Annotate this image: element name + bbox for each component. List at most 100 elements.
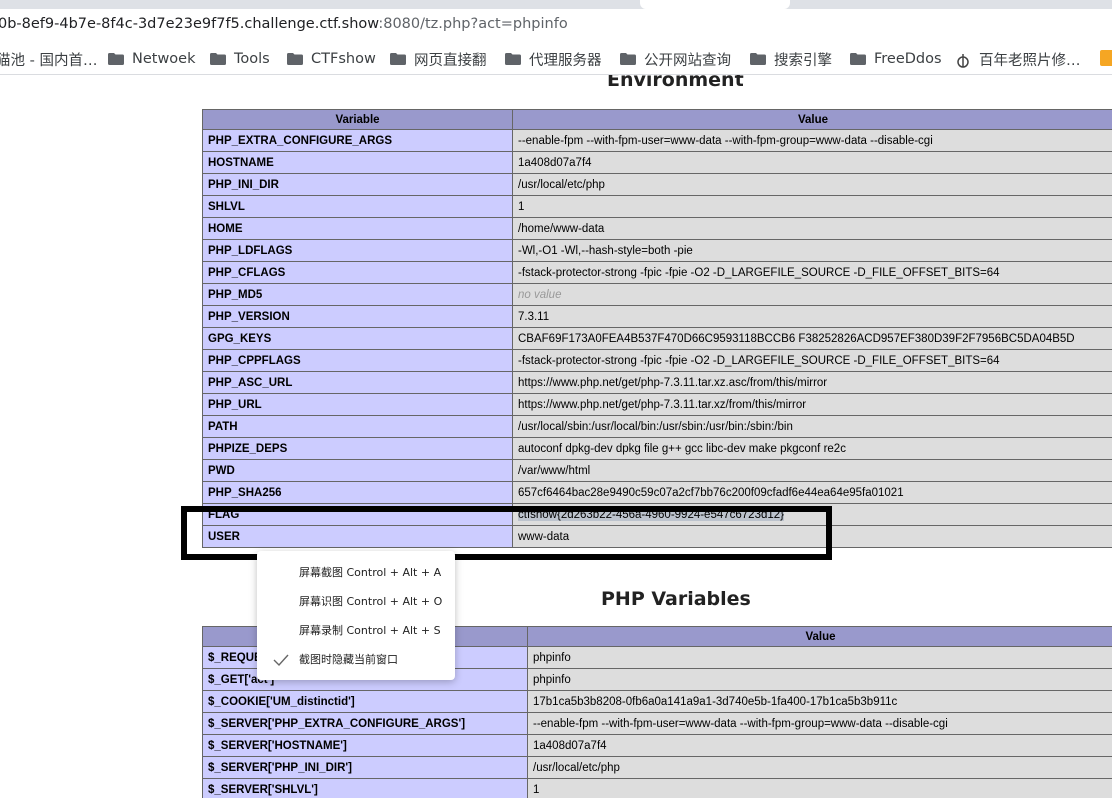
table-row: PATH/usr/local/sbin:/usr/local/bin:/usr/… — [202, 416, 1112, 438]
folder-icon — [620, 53, 636, 65]
table-row: PHP_INI_DIR/usr/local/etc/php — [202, 174, 1112, 196]
bookmark-item[interactable]: CTFshow — [287, 49, 376, 69]
variable-name-cell: PATH — [202, 416, 513, 438]
environment-table: Variable Value PHP_EXTRA_CONFIGURE_ARGS -… — [202, 109, 1112, 548]
variable-name-cell: PHP_URL — [202, 394, 513, 416]
table-row: $_SERVER['PHP_EXTRA_CONFIGURE_ARGS'] --en… — [202, 713, 1112, 735]
bookmark-label: CTFshow — [311, 51, 376, 67]
address-bar[interactable]: 0b-8ef9-4b7e-8f4c-3d7e23e9f7f5.challenge… — [0, 9, 1112, 41]
variable-name-cell: PWD — [202, 460, 513, 482]
table-row: PHPIZE_DEPS autoconf dpkg-dev dpkg file g… — [202, 438, 1112, 460]
variable-value-cell: 1 — [528, 779, 1112, 798]
url-text[interactable]: 0b-8ef9-4b7e-8f4c-3d7e23e9f7f5.challenge… — [0, 16, 568, 32]
variable-value-cell: /home/www-data — [513, 218, 1112, 240]
variable-name-cell: PHP_LDFLAGS — [202, 240, 513, 262]
folder-icon — [750, 53, 766, 65]
phpinfo-page: Environment Variable Value PHP_EXTRA_CON… — [0, 75, 1112, 798]
table-row: PHP_URL https://www.php.net/get/php-7.3.1… — [202, 394, 1112, 416]
no-value-text: no value — [518, 288, 562, 301]
bookmark-label: 百年老照片修… — [979, 52, 1081, 69]
variable-value-cell: 1 — [513, 196, 1112, 218]
context-menu-item[interactable]: 屏幕录制 Control + Alt + S — [299, 622, 441, 640]
table-row: $_SERVER['SHLVL'] 1 — [202, 779, 1112, 798]
variable-name-cell: $_SERVER['SHLVL'] — [202, 779, 528, 798]
table-row: SHLVL 1 — [202, 196, 1112, 218]
table-row: PHP_CPPFLAGS -fstack-protector-strong -fp… — [202, 350, 1112, 372]
table-row: PHP_SHA256 657cf6464bac28e9490c59c07a2cf7… — [202, 482, 1112, 504]
variable-name-cell: PHP_MD5 — [202, 284, 513, 306]
variable-name-cell: PHP_VERSION — [202, 306, 513, 328]
variable-value-cell: -fstack-protector-strong -fpic -fpie -O2… — [513, 350, 1112, 372]
variable-name-cell: GPG_KEYS — [202, 328, 513, 350]
variable-value-cell: /usr/local/sbin:/usr/local/bin:/usr/sbin… — [513, 416, 1112, 438]
variable-value-cell: autoconf dpkg-dev dpkg file g++ gcc libc… — [513, 438, 1112, 460]
variable-value-cell: --enable-fpm --with-fpm-user=www-data --… — [513, 130, 1112, 152]
bookmark-item[interactable]: Netwoek — [108, 49, 196, 69]
table-row: PHP_VERSION 7.3.11 — [202, 306, 1112, 328]
table-row: HOSTNAME 1a408d07a7f4 — [202, 152, 1112, 174]
table-row: HOME/home/www-data — [202, 218, 1112, 240]
extension-icon[interactable] — [1100, 50, 1112, 66]
variable-name-cell: PHP_SHA256 — [202, 482, 513, 504]
bookmark-item[interactable]: 代理服务器 — [505, 49, 602, 69]
variable-value-cell: /usr/local/etc/php — [513, 174, 1112, 196]
variable-value-cell: -Wl,-O1 -Wl,--hash-style=both -pie — [513, 240, 1112, 262]
variable-name-cell: SHLVL — [202, 196, 513, 218]
table-row: PHP_CFLAGS -fstack-protector-strong -fpic… — [202, 262, 1112, 284]
variable-value-cell: 657cf6464bac28e9490c59c07a2cf7bb76c200f0… — [513, 482, 1112, 504]
variable-value-cell: https://www.php.net/get/php-7.3.11.tar.x… — [513, 372, 1112, 394]
tab-strip — [0, 0, 1112, 9]
bookmark-label: Netwoek — [132, 51, 196, 67]
bookmark-item[interactable]: 猫池 - 国内首… — [0, 49, 97, 69]
variable-value-cell: https://www.php.net/get/php-7.3.11.tar.x… — [513, 394, 1112, 416]
bookmark-label: 猫池 - 国内首… — [0, 52, 98, 69]
bookmarks-bar: 猫池 - 国内首… Netwoek Tools CTFshow 网页直接翻 代理服务器 公开… — [0, 42, 1112, 75]
variable-value-cell: --enable-fpm --with-fpm-user=www-data --… — [528, 713, 1112, 735]
url-host: 0b-8ef9-4b7e-8f4c-3d7e23e9f7f5.challenge… — [0, 16, 379, 32]
variable-value-cell: phpinfo — [528, 647, 1112, 669]
bookmark-item[interactable]: Tools — [210, 49, 270, 69]
bookmark-label: 搜索引擎 — [774, 52, 832, 69]
folder-icon — [210, 53, 226, 65]
bookmark-label: 网页直接翻 — [414, 52, 487, 69]
variable-value-cell: 7.3.11 — [513, 306, 1112, 328]
variable-value-cell: -fstack-protector-strong -fpic -fpie -O2… — [513, 262, 1112, 284]
variable-name-cell: PHP_CPPFLAGS — [202, 350, 513, 372]
variable-value-cell: 1a408d07a7f4 — [528, 735, 1112, 757]
variable-name-cell: PHP_INI_DIR — [202, 174, 513, 196]
table-row: $_SERVER['HOSTNAME'] 1a408d07a7f4 — [202, 735, 1112, 757]
active-tab[interactable] — [640, 0, 790, 9]
checkmark-icon — [273, 653, 289, 667]
bookmark-icon — [955, 53, 971, 68]
bookmark-item[interactable]: FreeDdos — [850, 49, 942, 69]
variable-name-cell: PHP_EXTRA_CONFIGURE_ARGS — [202, 130, 513, 152]
folder-icon — [390, 53, 406, 65]
context-menu-item[interactable]: 截图时隐藏当前窗口 — [299, 651, 398, 669]
table-row: PWD/var/www/html — [202, 460, 1112, 482]
folder-icon — [108, 53, 124, 65]
bookmark-label: 公开网站查询 — [644, 52, 731, 69]
variable-name-cell: $_SERVER['HOSTNAME'] — [202, 735, 528, 757]
bookmark-item[interactable]: 公开网站查询 — [620, 49, 731, 69]
bookmark-item[interactable]: 百年老照片修… — [955, 49, 1081, 69]
bookmark-label: 代理服务器 — [529, 52, 602, 69]
folder-icon — [287, 53, 303, 65]
variable-name-cell: $_SERVER['PHP_INI_DIR'] — [202, 757, 528, 779]
bookmark-item[interactable]: 搜索引擎 — [750, 49, 832, 69]
variable-value-cell: 17b1ca5b3b8208-0fb6a0a141a9a1-3d740e5b-1… — [528, 691, 1112, 713]
variable-name-cell: $_SERVER['PHP_EXTRA_CONFIGURE_ARGS'] — [202, 713, 528, 735]
context-menu-item[interactable]: 屏幕识图 Control + Alt + O — [299, 593, 442, 611]
environment-heading: Environment — [607, 75, 744, 91]
folder-icon — [505, 53, 521, 65]
context-menu-item[interactable]: 屏幕截图 Control + Alt + A — [299, 564, 441, 582]
variable-value-cell: no value — [513, 284, 1112, 306]
variable-value-cell: /var/www/html — [513, 460, 1112, 482]
bookmark-item[interactable]: 网页直接翻 — [390, 49, 487, 69]
variable-name-cell: PHPIZE_DEPS — [202, 438, 513, 460]
variable-value-cell: phpinfo — [528, 669, 1112, 691]
variable-name-cell: HOSTNAME — [202, 152, 513, 174]
column-header-value: Value — [513, 109, 1112, 130]
table-row: GPG_KEYS CBAF69F173A0FEA4B537F470D66C9593… — [202, 328, 1112, 350]
variable-name-cell: PHP_CFLAGS — [202, 262, 513, 284]
variable-name-cell: HOME — [202, 218, 513, 240]
